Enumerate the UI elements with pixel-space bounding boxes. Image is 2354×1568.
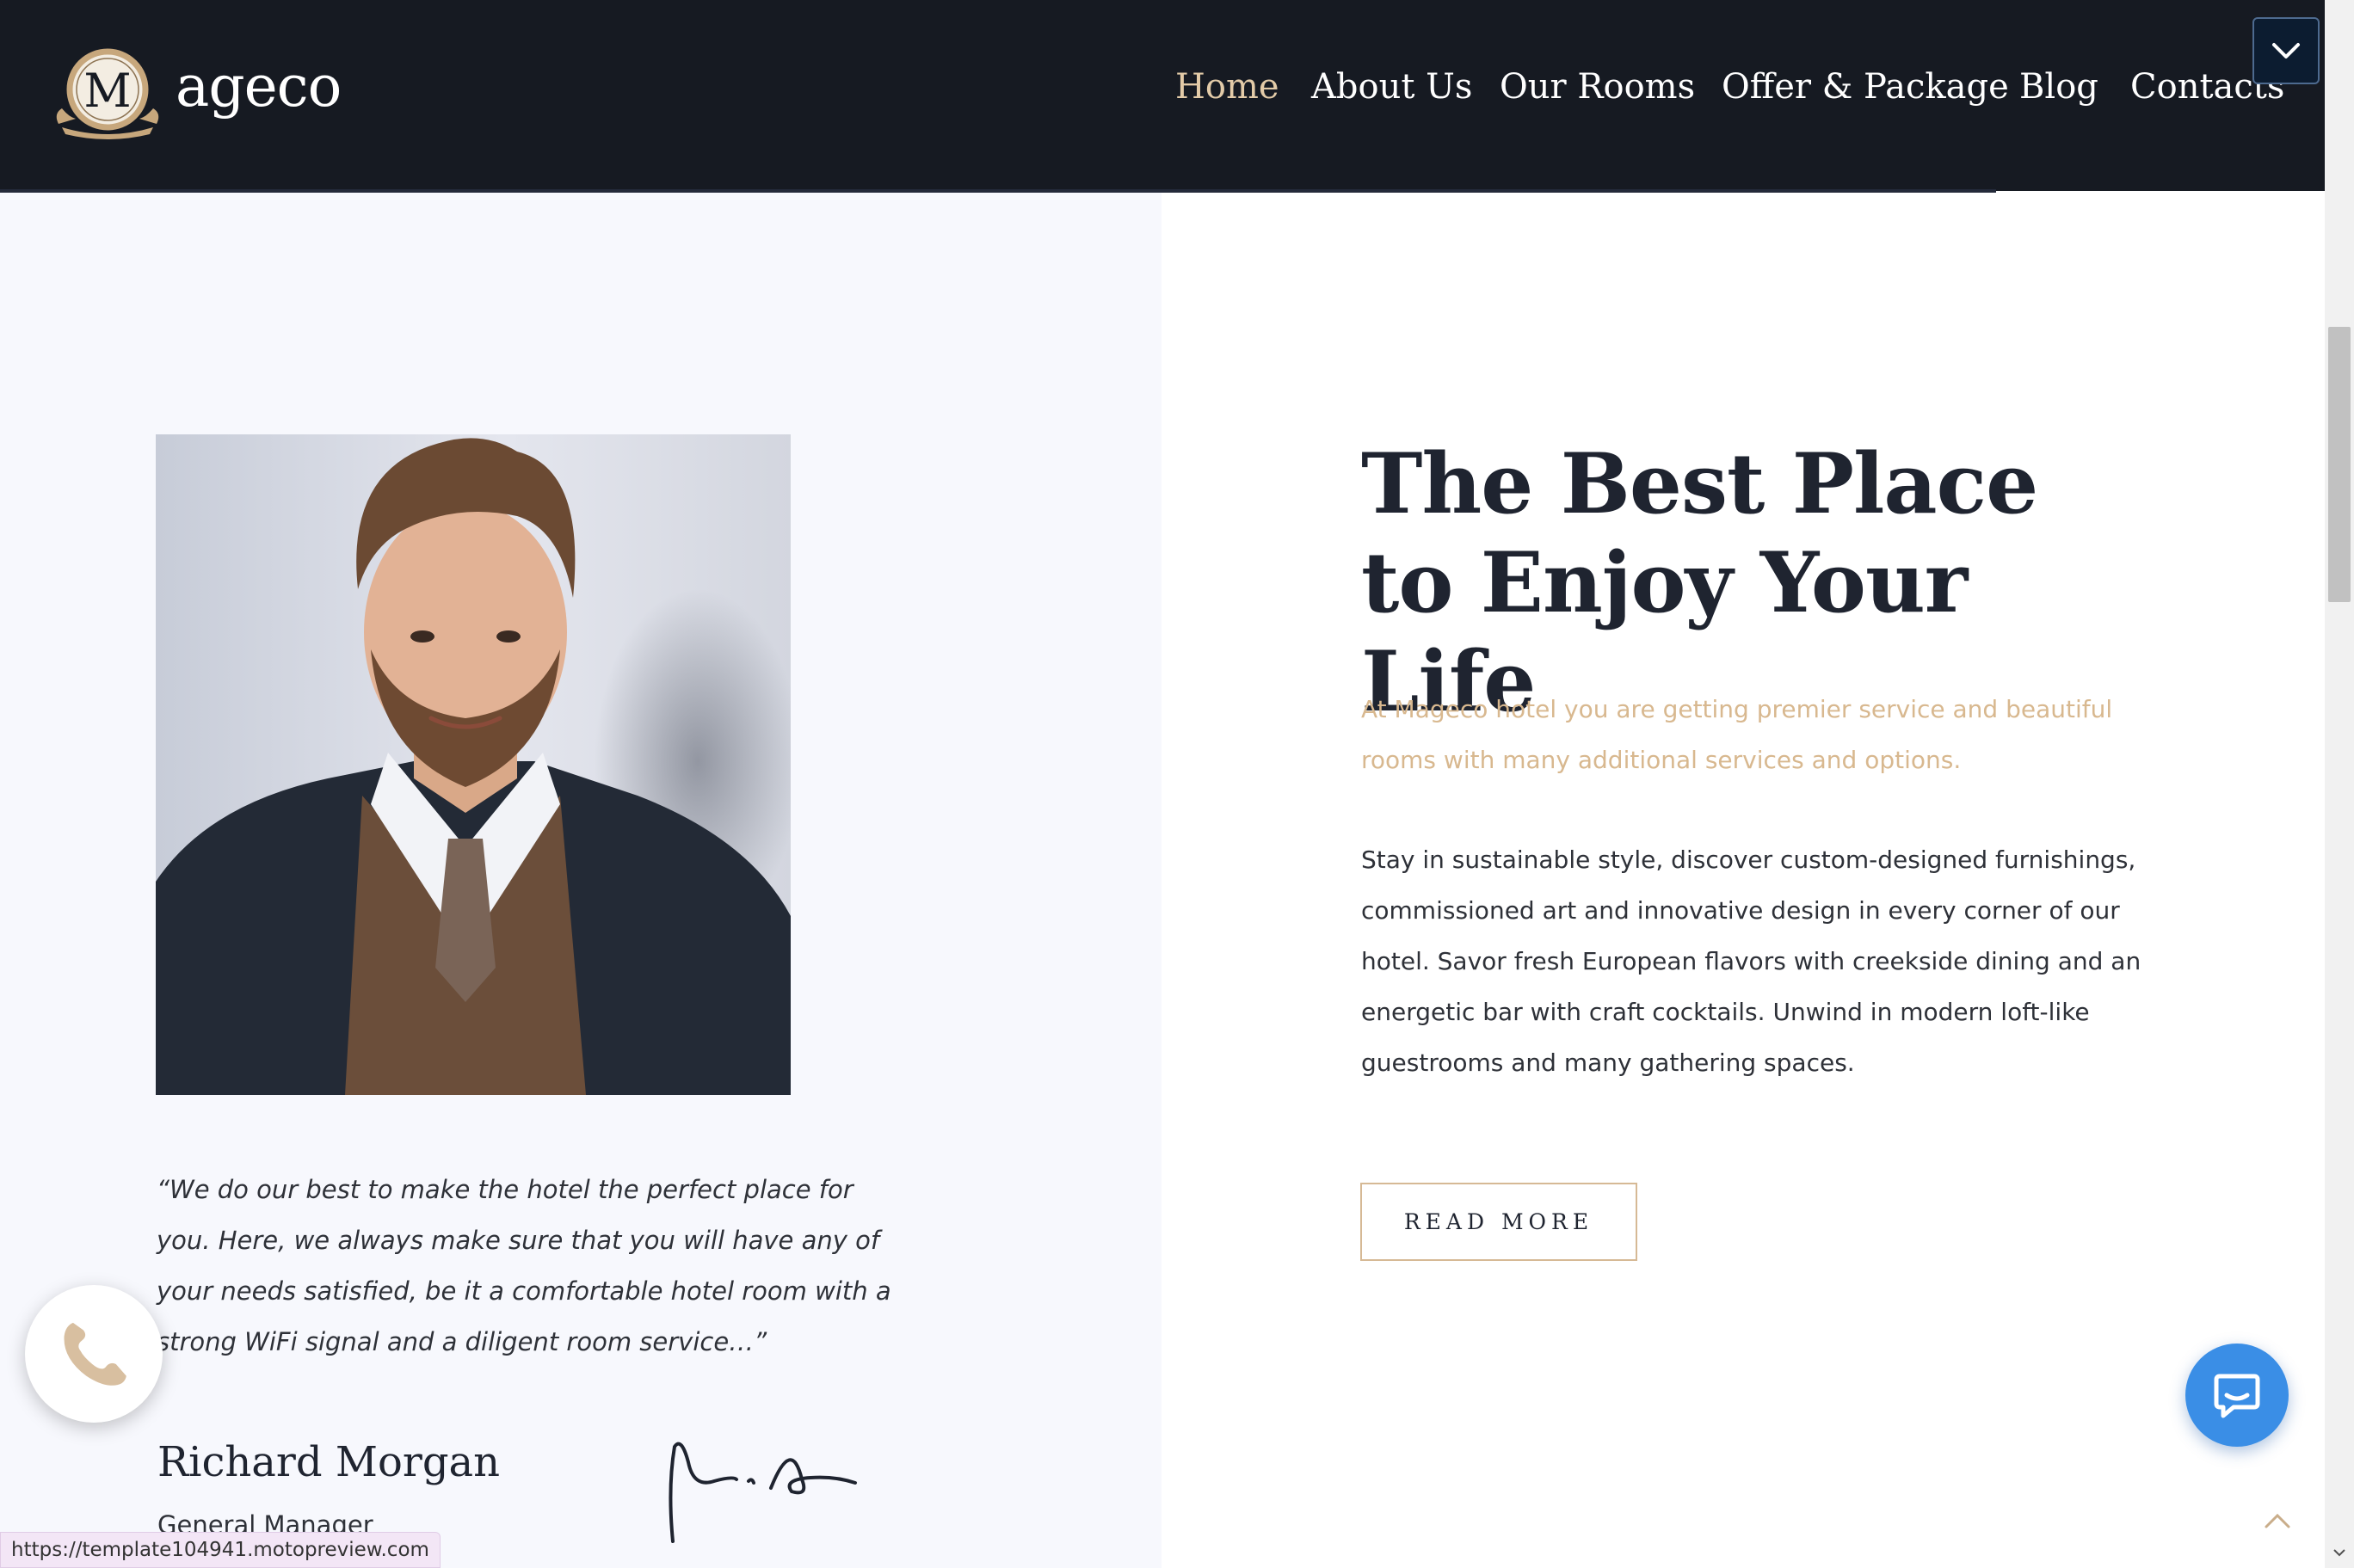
- back-to-top-button[interactable]: [2256, 1503, 2299, 1538]
- logo-emblem-icon[interactable]: M: [50, 45, 165, 141]
- section-body: Stay in sustainable style, discover cust…: [1361, 845, 2141, 1077]
- page-scrollbar[interactable]: [2325, 0, 2354, 1568]
- scroll-down-arrow-icon[interactable]: [2330, 1544, 2349, 1561]
- nav-offer-package[interactable]: Offer & Package: [1722, 67, 2009, 107]
- section-lead: At Mageco hotel you are getting premier …: [1361, 695, 2113, 774]
- manager-name: Richard Morgan: [157, 1438, 501, 1486]
- chat-widget-button[interactable]: [2185, 1344, 2289, 1447]
- phone-icon: [64, 1322, 126, 1386]
- nav-about-us[interactable]: About Us: [1311, 67, 1472, 107]
- nav-blog[interactable]: Blog: [2019, 67, 2098, 107]
- manager-quote: “We do our best to make the hotel the pe…: [157, 1175, 891, 1356]
- chat-bubble-icon: [2214, 1374, 2260, 1418]
- menu-toggle-button[interactable]: [2252, 17, 2320, 84]
- brand-name[interactable]: ageco: [176, 53, 342, 120]
- nav-home[interactable]: Home: [1175, 67, 1279, 107]
- read-more-button[interactable]: READ MORE: [1360, 1183, 1637, 1261]
- call-button[interactable]: [25, 1285, 163, 1423]
- site-header: M ageco Home About Us Our Rooms Offer & …: [0, 0, 2325, 191]
- scrollbar-thumb[interactable]: [2328, 327, 2351, 602]
- logo-letter: M: [83, 64, 131, 118]
- browser-status-url: https://template104941.motopreview.com: [0, 1532, 441, 1568]
- signature-image: [669, 1442, 857, 1543]
- chevron-up-icon: [2265, 1513, 2290, 1528]
- chevron-down-icon: [2272, 43, 2300, 58]
- nav-our-rooms[interactable]: Our Rooms: [1500, 67, 1695, 107]
- manager-portrait: [156, 434, 791, 1095]
